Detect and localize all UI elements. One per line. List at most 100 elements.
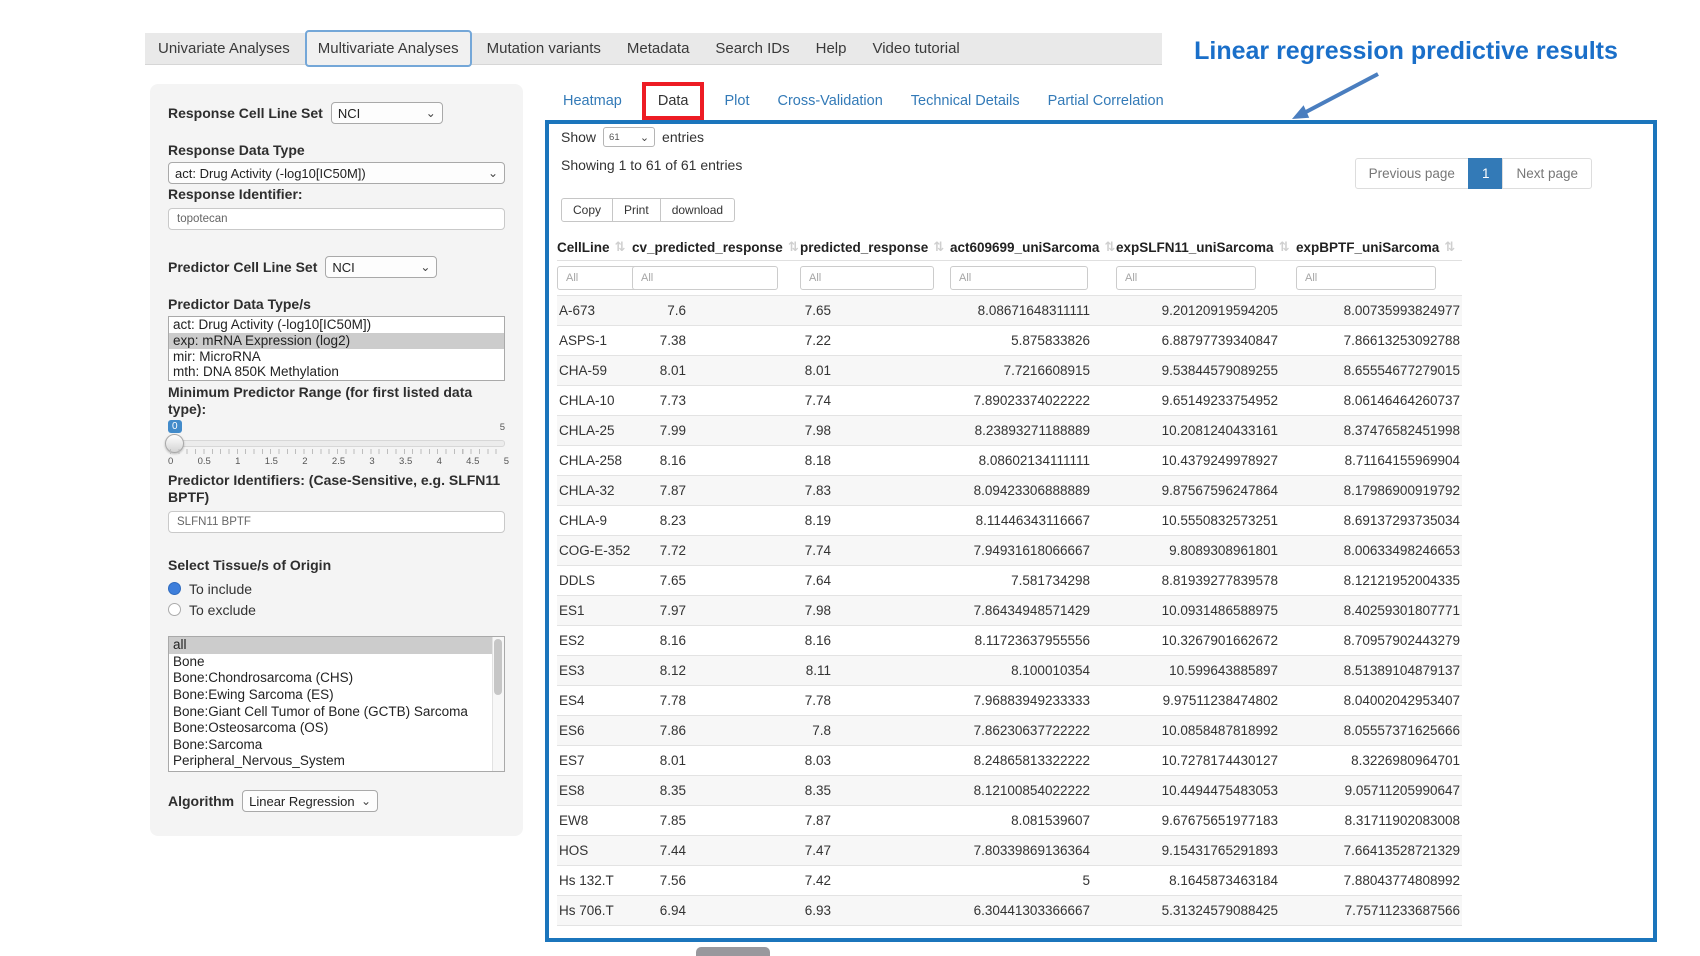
cell-line-name: ES4 — [557, 693, 632, 708]
scrollbar-track[interactable] — [492, 637, 504, 771]
filter-input-expslfn11-unisarcoma[interactable] — [1116, 266, 1256, 290]
radio-to-include[interactable]: To include — [168, 578, 505, 599]
table-header-row: CellLine⇅cv_predicted_response⇅predicted… — [557, 234, 1462, 261]
cell-value: 8.00633498246653 — [1296, 543, 1462, 558]
tab-plot[interactable]: Plot — [724, 93, 749, 109]
copy-button[interactable]: Copy — [561, 198, 613, 222]
cell-value: 9.05711205990647 — [1296, 783, 1462, 798]
cell-value: 6.88797739340847 — [1116, 333, 1296, 348]
tissue-option-bone-chondrosarcoma-chs[interactable]: Bone:Chondrosarcoma (CHS) — [169, 670, 504, 687]
radio-to-exclude[interactable]: To exclude — [168, 599, 505, 620]
sort-icon[interactable]: ⇅ — [1444, 239, 1455, 255]
nav-item-multivariate-analyses[interactable]: Multivariate Analyses — [305, 30, 472, 67]
download-button[interactable]: download — [660, 198, 735, 222]
response-data-type-select[interactable]: act: Drug Activity (-log10[IC50M]) ⌄ — [168, 162, 505, 184]
response-identifier-input[interactable] — [168, 208, 505, 230]
cell-value: 8.11723637955556 — [950, 633, 1116, 648]
table-row: ES78.018.038.2486581332222210.7278174430… — [557, 745, 1462, 775]
predictor-option-mir-microrna[interactable]: mir: MicroRNA — [169, 349, 504, 365]
response-cell-line-set-value: NCI — [338, 106, 360, 121]
cell-value: 7.74 — [800, 543, 950, 558]
tab-cross-validation[interactable]: Cross-Validation — [777, 93, 882, 109]
cell-value: 7.44 — [632, 843, 800, 858]
nav-item-mutation-variants[interactable]: Mutation variants — [474, 40, 614, 57]
column-header-predicted-response[interactable]: predicted_response ⇅ — [800, 234, 950, 260]
algorithm-select[interactable]: Linear Regression ⌄ — [242, 790, 378, 812]
cell-value: 10.599643885897 — [1116, 663, 1296, 678]
previous-page-button[interactable]: Previous page — [1355, 158, 1469, 189]
cell-value: 8.00735993824977 — [1296, 303, 1462, 318]
table-row: ES17.977.987.8643494857142910.0931486588… — [557, 595, 1462, 625]
tissue-option-peripheral-nervous-system[interactable]: Peripheral_Nervous_System — [169, 753, 504, 770]
filter-input-act609699-unisarcoma[interactable] — [950, 266, 1088, 290]
current-page-button[interactable]: 1 — [1468, 158, 1504, 189]
column-header-label: predicted_response — [800, 240, 928, 255]
tissue-option-bone-sarcoma[interactable]: Bone:Sarcoma — [169, 737, 504, 754]
cell-value: 9.65149233754952 — [1116, 393, 1296, 408]
tissue-option-bone-ewing-sarcoma-es[interactable]: Bone:Ewing Sarcoma (ES) — [169, 687, 504, 704]
cell-value: 8.12100854022222 — [950, 783, 1116, 798]
entries-control: Show 61 ⌄ entries — [561, 127, 704, 147]
predictor-option-act-drug-activity-log10-ic50m[interactable]: act: Drug Activity (-log10[IC50M]) — [169, 317, 504, 333]
predictor-option-mth-dna-850k-methylation[interactable]: mth: DNA 850K Methylation — [169, 364, 504, 380]
scrollbar-thumb[interactable] — [494, 639, 502, 695]
sort-icon[interactable]: ⇅ — [788, 239, 799, 255]
cell-value: 7.96883949233333 — [950, 693, 1116, 708]
column-header-cellline[interactable]: CellLine⇅ — [557, 234, 632, 260]
column-header-expslfn11-unisarcoma[interactable]: expSLFN11_uniSarcoma⇅ — [1116, 234, 1296, 260]
nav-item-video-tutorial[interactable]: Video tutorial — [859, 40, 972, 57]
print-button[interactable]: Print — [612, 198, 661, 222]
cell-line-name: Hs 132.T — [557, 873, 632, 888]
column-header-expbptf-unisarcoma[interactable]: expBPTF_uniSarcoma⇅ — [1296, 234, 1462, 260]
tissue-option-all[interactable]: all — [169, 637, 504, 654]
predictor-data-types-listbox[interactable]: act: Drug Activity (-log10[IC50M])exp: m… — [168, 316, 505, 381]
cell-value: 8.18 — [800, 453, 950, 468]
cell-value: 9.67675651977183 — [1116, 813, 1296, 828]
response-cell-line-set-select[interactable]: NCI ⌄ — [331, 102, 443, 124]
cell-value: 7.56 — [632, 873, 800, 888]
cell-value: 8.01 — [632, 363, 800, 378]
cell-value: 9.15431765291893 — [1116, 843, 1296, 858]
cell-value: 8.08671648311111 — [950, 303, 1116, 318]
filter-input-cv-predicted-response[interactable] — [632, 266, 778, 290]
next-page-button[interactable]: Next page — [1502, 158, 1592, 189]
sort-icon[interactable]: ⇅ — [1104, 239, 1115, 255]
predictor-cell-line-set-select[interactable]: NCI ⌄ — [325, 256, 437, 278]
sort-icon[interactable]: ⇅ — [615, 239, 626, 255]
slider-tick-label: 4 — [437, 456, 442, 467]
sort-icon[interactable]: ⇅ — [933, 239, 944, 255]
filter-cell — [800, 266, 950, 290]
column-header-act609699-unisarcoma[interactable]: act609699_uniSarcoma⇅ — [950, 234, 1116, 260]
sort-icon[interactable]: ⇅ — [1279, 239, 1290, 255]
table-row: ASPS-17.387.225.8758338266.8879773934084… — [557, 325, 1462, 355]
cell-value: 7.581734298 — [950, 573, 1116, 588]
cell-line-name: Hs 706.T — [557, 903, 632, 918]
tissue-option-bone-giant-cell-tumor-of-bone-gctb-sarcoma[interactable]: Bone:Giant Cell Tumor of Bone (GCTB) Sar… — [169, 704, 504, 721]
tab-technical-details[interactable]: Technical Details — [911, 93, 1020, 109]
tissue-option-bone-osteosarcoma-os[interactable]: Bone:Osteosarcoma (OS) — [169, 720, 504, 737]
cell-value: 8.081539607 — [950, 813, 1116, 828]
tab-heatmap[interactable]: Heatmap — [563, 93, 622, 109]
cell-value: 7.99 — [632, 423, 800, 438]
cell-value: 7.94931618066667 — [950, 543, 1116, 558]
nav-item-search-ids[interactable]: Search IDs — [702, 40, 802, 57]
predictor-option-exp-mrna-expression-log2[interactable]: exp: mRNA Expression (log2) — [169, 333, 504, 349]
nav-item-univariate-analyses[interactable]: Univariate Analyses — [145, 40, 303, 57]
table-row: ES67.867.87.8623063772222210.08584878189… — [557, 715, 1462, 745]
predictor-identifiers-input[interactable] — [168, 511, 505, 533]
cell-value: 7.98 — [800, 603, 950, 618]
filter-input-predicted-response[interactable] — [800, 266, 934, 290]
column-header-cv-predicted-response[interactable]: cv_predicted_response⇅ — [632, 234, 800, 260]
tissue-listbox[interactable]: allBoneBone:Chondrosarcoma (CHS)Bone:Ewi… — [168, 636, 505, 772]
nav-item-metadata[interactable]: Metadata — [614, 40, 703, 57]
nav-item-help[interactable]: Help — [803, 40, 860, 57]
response-cell-line-set-label: Response Cell Line Set — [168, 105, 323, 122]
tissue-option-bone[interactable]: Bone — [169, 654, 504, 671]
filter-input-expbptf-unisarcoma[interactable] — [1296, 266, 1436, 290]
entries-count-select[interactable]: 61 ⌄ — [603, 127, 655, 147]
slider-track[interactable] — [168, 440, 505, 447]
filter-cell — [950, 266, 1116, 290]
tab-data[interactable]: Data — [658, 93, 689, 109]
min-predictor-range-slider[interactable]: 0 5 00.511.522.533.544.55 — [168, 420, 505, 468]
tab-partial-correlation[interactable]: Partial Correlation — [1048, 93, 1164, 109]
